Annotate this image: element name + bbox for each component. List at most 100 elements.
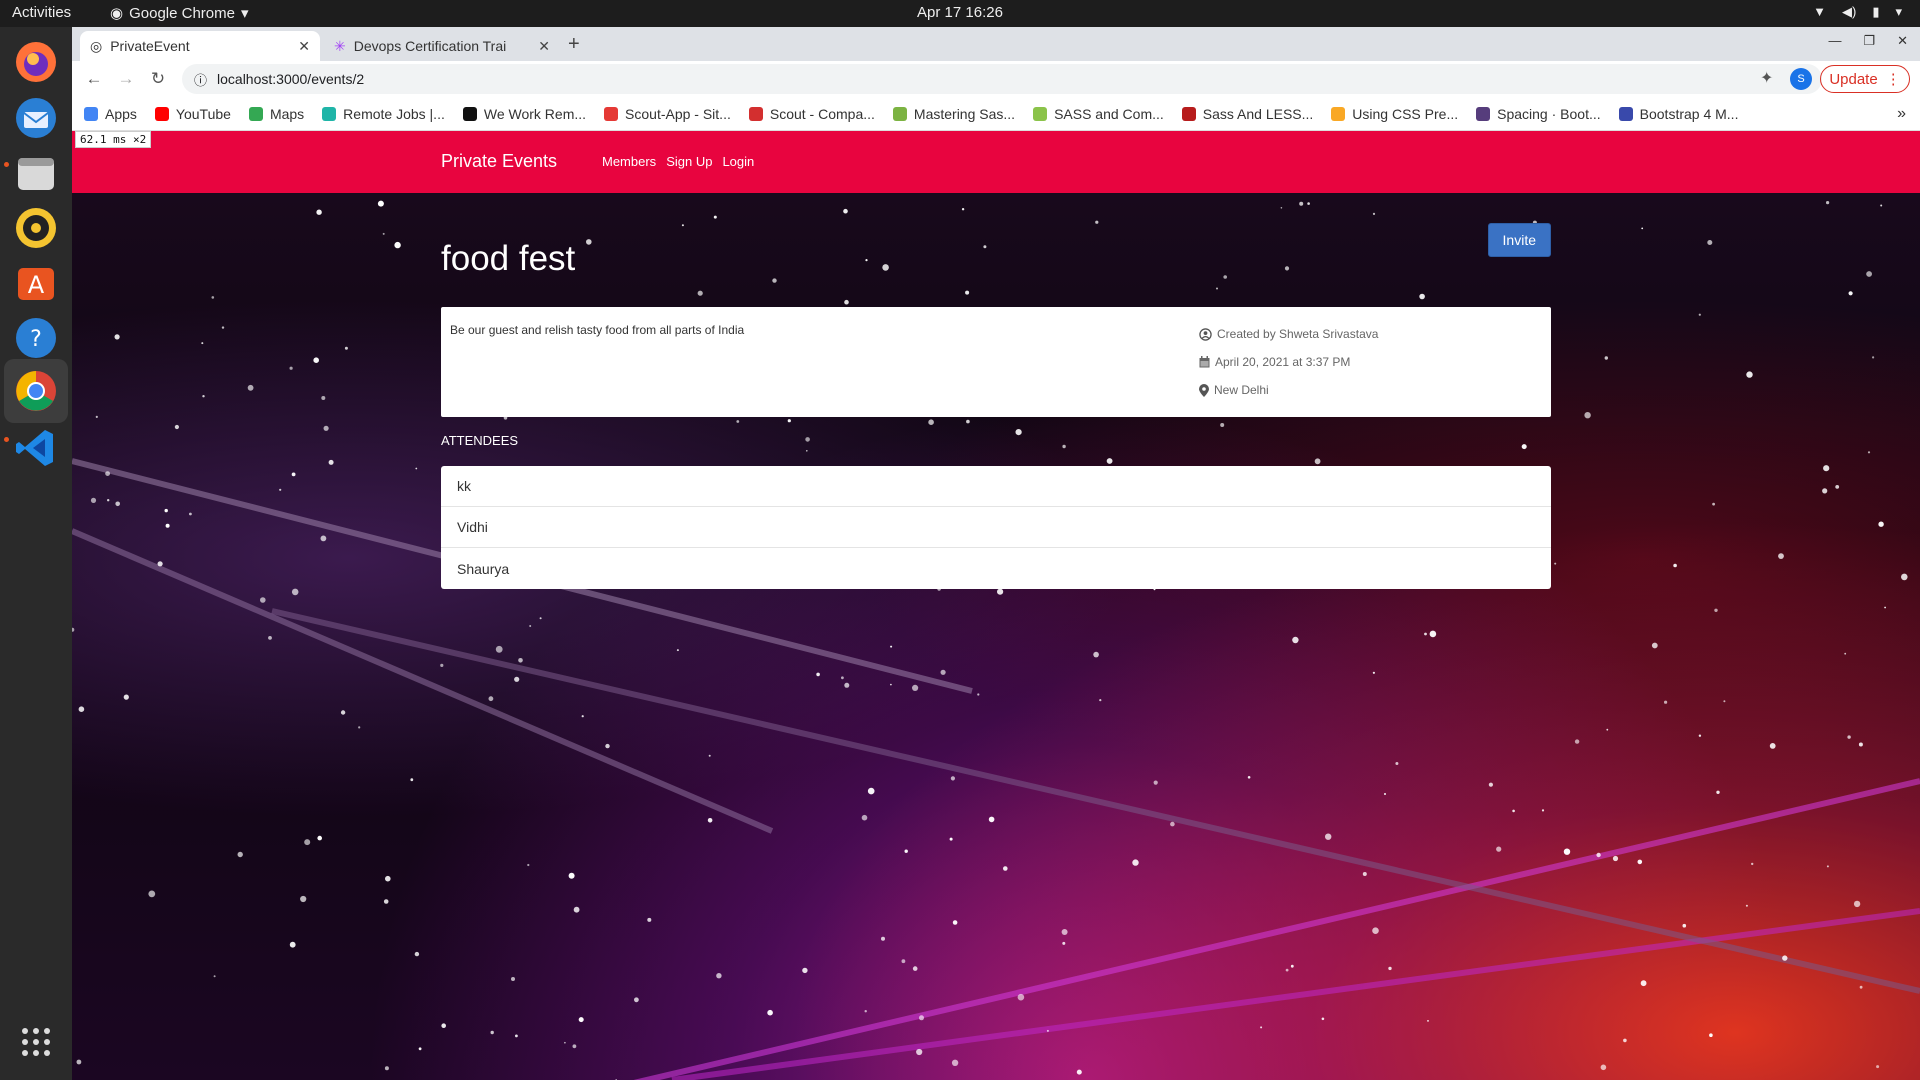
address-bar[interactable]: ⓘ localhost:3000/events/2 ☆	[182, 64, 1822, 94]
star-light	[865, 259, 868, 262]
date-text: April 20, 2021 at 3:37 PM	[1215, 355, 1351, 369]
star-light	[950, 776, 956, 781]
extensions-icon[interactable]: ✦	[1760, 68, 1773, 88]
star-light	[961, 208, 965, 211]
bookmarks-overflow-icon[interactable]: »	[1897, 105, 1906, 123]
star-light	[189, 512, 192, 516]
star-light	[1419, 293, 1425, 300]
bookmark-item[interactable]: We Work Rem...	[462, 106, 586, 122]
invite-button[interactable]: Invite	[1487, 223, 1551, 257]
rhythmbox-icon[interactable]	[11, 203, 61, 253]
star-light	[514, 676, 520, 682]
star-light	[1132, 859, 1139, 866]
star-light	[1853, 900, 1861, 908]
info-icon[interactable]: ⓘ	[194, 70, 207, 89]
dock: A ?	[0, 27, 72, 1080]
close-icon[interactable]: ✕	[298, 38, 310, 55]
star-light	[1372, 671, 1375, 674]
show-apps-icon[interactable]	[11, 1017, 61, 1067]
bookmark-item[interactable]: Using CSS Pre...	[1331, 106, 1458, 122]
star-light	[418, 1047, 422, 1051]
bookmark-item[interactable]: Apps	[84, 106, 137, 122]
star-light	[1872, 356, 1875, 359]
kebab-menu-icon: ⋮	[1885, 71, 1901, 88]
star-light	[1284, 266, 1290, 271]
star-light	[377, 200, 384, 207]
attendee-item: Shaurya	[457, 560, 510, 577]
star-light	[1712, 502, 1715, 506]
tab-strip: ◎ PrivateEvent ✕ ✳ Devops Certification …	[72, 27, 1920, 61]
star-light	[1299, 201, 1304, 206]
star-light	[1541, 809, 1545, 812]
star-light	[511, 977, 515, 981]
star-light	[983, 245, 987, 249]
reload-icon[interactable]: ↻	[142, 69, 174, 89]
minimize-icon[interactable]: —	[1828, 33, 1841, 49]
vscode-icon[interactable]	[11, 423, 61, 473]
bookmark-item[interactable]: Scout - Compa...	[748, 106, 875, 122]
files-icon[interactable]	[11, 148, 61, 198]
star-light	[568, 872, 575, 879]
system-tray[interactable]: ▼ ◀) ▮ ▾	[1813, 4, 1902, 20]
favicon-icon	[892, 106, 907, 121]
update-label: Update	[1829, 70, 1878, 88]
clock[interactable]: Apr 17 16:26	[0, 4, 1920, 21]
star-light	[164, 508, 168, 513]
bookmarks-bar: Apps YouTube Maps Remote Jobs |... We Work R…	[72, 97, 1920, 131]
bookmark-item[interactable]: Remote Jobs |...	[322, 106, 445, 122]
close-icon[interactable]: ✕	[538, 38, 550, 55]
star-light	[1388, 966, 1392, 971]
globe-icon: ◎	[90, 37, 103, 54]
star-light	[317, 835, 322, 841]
star-light	[787, 419, 791, 423]
star-light	[1325, 833, 1332, 840]
favicon-icon	[1331, 106, 1346, 121]
star-light	[767, 1009, 773, 1016]
tab-devops[interactable]: ✳ Devops Certification Trai ✕	[324, 31, 560, 61]
star-light	[1170, 821, 1175, 827]
software-center-icon[interactable]: A	[11, 258, 61, 308]
nav-login[interactable]: Login	[722, 154, 754, 169]
bookmark-item[interactable]: Spacing · Boot...	[1476, 106, 1601, 122]
star-light	[581, 715, 584, 718]
star-light	[107, 499, 110, 502]
new-tab-button[interactable]: +	[568, 33, 580, 56]
bookmark-item[interactable]: Bootstrap 4 M...	[1618, 106, 1738, 122]
nav-members[interactable]: Members	[602, 154, 656, 169]
back-arrow-icon[interactable]: ←	[78, 69, 110, 89]
star-light	[1223, 275, 1227, 279]
profile-avatar[interactable]: S	[1790, 68, 1812, 90]
help-icon[interactable]: ?	[11, 313, 61, 363]
star-light	[1395, 762, 1399, 765]
star-light	[843, 208, 848, 214]
star-light	[1488, 782, 1493, 787]
star-light	[440, 663, 444, 668]
bookmark-item[interactable]: Maps	[248, 106, 304, 122]
thunderbird-icon[interactable]	[11, 93, 61, 143]
star-light	[919, 1015, 924, 1021]
chevron-down-icon: ▾	[1895, 4, 1902, 19]
bookmark-item[interactable]: SASS and Com...	[1033, 106, 1164, 122]
forward-arrow-icon[interactable]: →	[110, 69, 142, 89]
star-light	[1314, 458, 1321, 465]
update-button[interactable]: Update ⋮	[1820, 65, 1910, 93]
close-window-icon[interactable]: ✕	[1897, 33, 1908, 49]
brand-link[interactable]: Private Events	[441, 151, 557, 172]
tab-private-event[interactable]: ◎ PrivateEvent ✕	[80, 31, 320, 61]
bookmark-item[interactable]: Sass And LESS...	[1181, 106, 1313, 122]
nav-sign-up[interactable]: Sign Up	[666, 154, 712, 169]
battery-icon: ▮	[1872, 4, 1880, 19]
firefox-icon[interactable]	[11, 37, 61, 87]
star-light	[529, 625, 532, 627]
chrome-icon[interactable]	[4, 359, 68, 423]
restore-icon[interactable]: ❐	[1863, 33, 1875, 49]
user-circle-icon	[1199, 327, 1212, 341]
bookmark-item[interactable]: Mastering Sas...	[892, 106, 1015, 122]
attendee-item: kk	[441, 466, 1551, 507]
star-light	[527, 863, 530, 867]
star-light	[213, 975, 216, 978]
star-light	[949, 837, 953, 841]
star-light	[201, 342, 204, 345]
bookmark-item[interactable]: YouTube	[154, 106, 231, 122]
bookmark-item[interactable]: Scout-App - Sit...	[604, 106, 731, 122]
